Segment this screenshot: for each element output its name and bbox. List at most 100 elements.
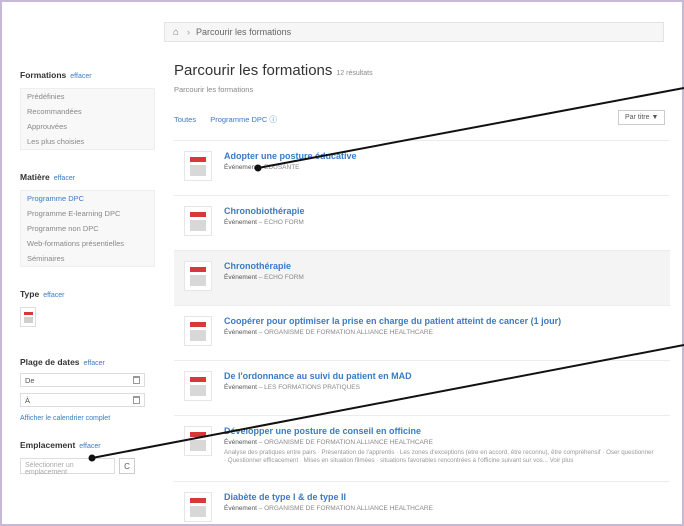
result-body: Diabète de type I & de type II Événement…	[224, 492, 433, 512]
result-meta: Événement – LES FORMATIONS PRATIQUES	[224, 384, 360, 391]
calendar-icon[interactable]	[133, 376, 140, 384]
result-org: ECHO FORM	[264, 274, 304, 281]
filter-option[interactable]: Prédéfinies	[21, 89, 154, 104]
filter-location-clear[interactable]: effacer	[79, 443, 100, 450]
event-icon	[184, 151, 212, 181]
full-calendar-link[interactable]: Afficher le calendrier complet	[20, 415, 155, 422]
filter-type-header: Type effacer	[20, 289, 155, 299]
result-row[interactable]: Coopérer pour optimiser la prise en char…	[174, 305, 670, 360]
result-row[interactable]: Chronobiothérapie Événement – ECHO FORM	[174, 195, 670, 250]
tab-programme-dpc-label: Programme DPC	[210, 115, 268, 124]
result-org: ECHO FORM	[264, 219, 304, 226]
filter-option[interactable]: Programme E-learning DPC	[21, 206, 154, 221]
tab-toutes[interactable]: Toutes	[174, 115, 196, 124]
filter-formations-clear[interactable]: effacer	[70, 73, 91, 80]
filter-option[interactable]: Programme DPC	[21, 191, 154, 206]
filter-option[interactable]: Séminaires	[21, 251, 154, 266]
date-to-input[interactable]: À	[20, 393, 145, 407]
date-from-label: De	[25, 376, 35, 385]
page-subtitle: Parcourir les formations	[174, 85, 254, 94]
result-row[interactable]: Développer une posture de conseil en off…	[174, 415, 670, 481]
result-org: ORGANISME DE FORMATION ALLIANCE HEALTHCA…	[264, 439, 433, 446]
result-meta: Événement – ECHO FORM	[224, 274, 304, 281]
filter-formations-header: Formations effacer	[20, 70, 155, 80]
breadcrumb-item[interactable]: Parcourir les formations	[196, 27, 291, 37]
page-title: Parcourir les formations 12 résultats	[174, 62, 674, 79]
date-to-label: À	[25, 396, 31, 405]
result-body: De l'ordonnance au suivi du patient en M…	[224, 371, 412, 391]
result-title[interactable]: Coopérer pour optimiser la prise en char…	[224, 316, 561, 326]
page-title-text: Parcourir les formations	[174, 62, 333, 79]
result-type: Événement	[224, 384, 257, 391]
breadcrumb-separator: ›	[187, 27, 191, 37]
result-meta: Événement – EDUSANTE	[224, 164, 300, 171]
tab-programme-dpc[interactable]: Programme DPC ⓘ	[210, 114, 277, 125]
main-content: Parcourir les formations 12 résultats Par…	[174, 62, 674, 526]
result-type: Événement	[224, 439, 257, 446]
filter-option[interactable]: Les plus choisies	[21, 134, 154, 149]
filter-matiere-title: Matière	[20, 172, 50, 182]
tabs-row: Toutes Programme DPC ⓘ Par titre ▼	[174, 110, 674, 132]
result-title[interactable]: Adopter une posture éducative	[224, 151, 357, 161]
result-meta: Événement – ORGANISME DE FORMATION ALLIA…	[224, 505, 433, 512]
date-from-input[interactable]: De	[20, 373, 145, 387]
filter-dates-header: Plage de dates effacer	[20, 357, 155, 367]
filter-option[interactable]: Programme non DPC	[21, 221, 154, 236]
result-row[interactable]: Adopter une posture éducative Événement …	[174, 140, 670, 195]
result-type: Événement	[224, 274, 257, 281]
location-input[interactable]: Sélectionner un emplacement	[20, 458, 115, 476]
filter-matiere-header: Matière effacer	[20, 172, 155, 182]
event-icon	[184, 206, 212, 236]
result-meta: Événement – ORGANISME DE FORMATION ALLIA…	[224, 329, 433, 336]
event-icon	[184, 426, 212, 456]
result-org: LES FORMATIONS PRATIQUES	[264, 384, 360, 391]
filter-location-header: Emplacement effacer	[20, 440, 155, 450]
filter-matiere-clear[interactable]: effacer	[54, 175, 75, 182]
result-title[interactable]: Chronothérapie	[224, 261, 304, 271]
result-count: 12 résultats	[336, 70, 373, 77]
results-list: Adopter une posture éducative Événement …	[174, 140, 670, 526]
result-type: Événement	[224, 329, 257, 336]
result-org: ORGANISME DE FORMATION ALLIANCE HEALTHCA…	[264, 329, 433, 336]
filter-matiere-list: Programme DPC Programme E-learning DPC P…	[20, 190, 155, 267]
filter-type-clear[interactable]: effacer	[43, 292, 64, 299]
result-type: Événement	[224, 505, 257, 512]
filter-dates-clear[interactable]: effacer	[84, 360, 105, 367]
calendar-icon[interactable]	[133, 396, 140, 404]
result-body: Adopter une posture éducative Événement …	[224, 151, 357, 171]
event-icon	[184, 316, 212, 346]
filter-option[interactable]: Recommandées	[21, 104, 154, 119]
result-meta: Événement – ECHO FORM	[224, 219, 304, 226]
result-body: Chronothérapie Événement – ECHO FORM	[224, 261, 304, 281]
filter-option[interactable]: Web-formations présentielles	[21, 236, 154, 251]
event-icon	[184, 261, 212, 291]
location-picker: Sélectionner un emplacement C	[20, 458, 155, 476]
filter-sidebar: Formations effacer Prédéfinies Recommand…	[20, 70, 155, 476]
result-meta: Événement – ORGANISME DE FORMATION ALLIA…	[224, 439, 433, 446]
result-row[interactable]: De l'ordonnance au suivi du patient en M…	[174, 360, 670, 415]
filter-formations-list: Prédéfinies Recommandées Approuvées Les …	[20, 88, 155, 150]
location-clear-button[interactable]: C	[119, 458, 135, 474]
filter-dates-title: Plage de dates	[20, 357, 80, 367]
event-icon	[184, 371, 212, 401]
info-icon: ⓘ	[269, 115, 277, 124]
filter-option[interactable]: Approuvées	[21, 119, 154, 134]
result-row[interactable]: Chronothérapie Événement – ECHO FORM	[174, 250, 670, 305]
event-type-icon[interactable]	[20, 307, 36, 327]
filter-location-title: Emplacement	[20, 440, 76, 450]
filter-type-title: Type	[20, 289, 40, 299]
filter-formations-title: Formations	[20, 70, 67, 80]
result-title[interactable]: Développer une posture de conseil en off…	[224, 426, 654, 436]
result-type: Événement	[224, 164, 257, 171]
result-title[interactable]: Chronobiothérapie	[224, 206, 305, 216]
result-title[interactable]: Diabète de type I & de type II	[224, 492, 433, 502]
sort-dropdown[interactable]: Par titre ▼	[618, 110, 666, 125]
result-row[interactable]: Diabète de type I & de type II Événement…	[174, 481, 670, 526]
breadcrumb: ⌂ › Parcourir les formations	[164, 22, 664, 42]
event-icon	[184, 492, 212, 522]
result-org: EDUSANTE	[264, 164, 300, 171]
home-icon[interactable]: ⌂	[173, 27, 179, 38]
result-body: Développer une posture de conseil en off…	[224, 426, 654, 466]
result-title[interactable]: De l'ordonnance au suivi du patient en M…	[224, 371, 412, 381]
result-body: Coopérer pour optimiser la prise en char…	[224, 316, 561, 336]
